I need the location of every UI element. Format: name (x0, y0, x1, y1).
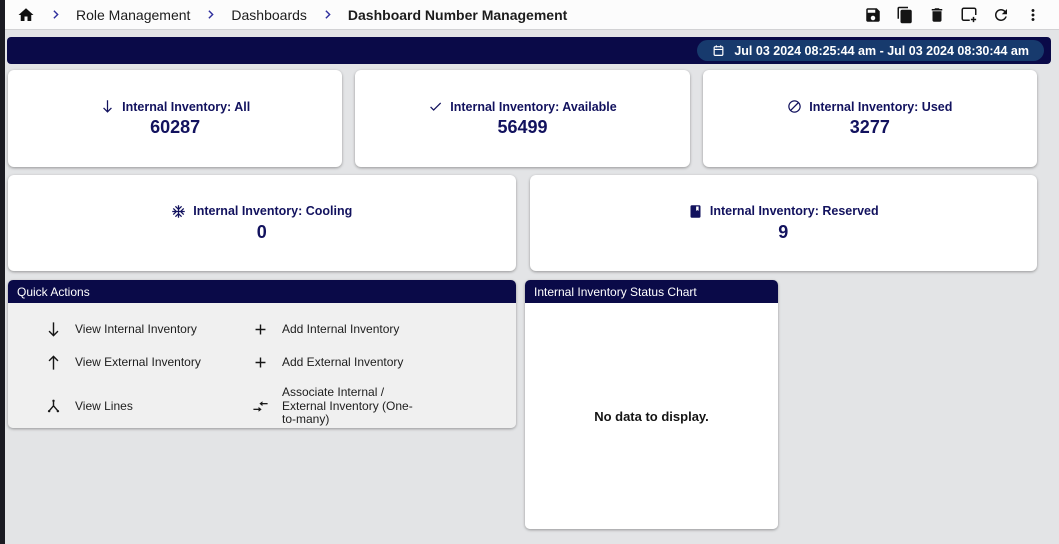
breadcrumb-role-management[interactable]: Role Management (76, 7, 190, 23)
action-label: View Lines (75, 398, 133, 413)
action-view-internal-inventory[interactable]: View Internal Inventory (45, 321, 252, 338)
bottom-panels-row: Quick Actions View Internal Inventory Vi… (8, 280, 1059, 529)
stat-cards-row-2: Internal Inventory: Cooling 0 Internal I… (8, 175, 1037, 271)
stat-card-internal-inventory-used: Internal Inventory: Used 3277 (702, 70, 1037, 167)
stat-card-value: 60287 (150, 117, 201, 137)
book-icon (688, 204, 703, 219)
stat-card-internal-inventory-all: Internal Inventory: All 60287 (8, 70, 343, 167)
window-left-edge (0, 0, 5, 544)
delete-icon[interactable] (928, 6, 946, 24)
date-range-label: Jul 03 2024 08:25:44 am - Jul 03 2024 08… (734, 43, 1029, 58)
plus-icon (252, 354, 269, 371)
action-label: View Internal Inventory (75, 322, 197, 337)
stat-card-value: 56499 (497, 117, 548, 137)
chevron-right-icon (49, 8, 62, 21)
chart-panel-header: Internal Inventory Status Chart (525, 280, 778, 303)
arrow-down-icon (45, 321, 62, 338)
action-label: View External Inventory (75, 354, 201, 369)
arrow-down-icon (100, 99, 115, 114)
quick-actions-header: Quick Actions (8, 280, 516, 303)
split-icon (45, 398, 62, 415)
more-vert-icon[interactable] (1024, 6, 1042, 24)
plus-icon (252, 321, 269, 338)
action-associate-internal-external-inventory[interactable]: Associate Internal / External Inventory … (252, 386, 506, 426)
dashboard-filter-bar: Jul 03 2024 08:25:44 am - Jul 03 2024 08… (7, 37, 1051, 64)
quick-actions-body: View Internal Inventory View External In… (8, 303, 516, 428)
action-view-external-inventory[interactable]: View External Inventory (45, 354, 252, 371)
action-add-internal-inventory[interactable]: Add Internal Inventory (252, 321, 506, 338)
dashboard-toolbar (864, 6, 1042, 24)
home-icon[interactable] (17, 6, 35, 24)
stat-card-value: 3277 (849, 117, 890, 137)
action-view-lines[interactable]: View Lines (45, 398, 252, 415)
refresh-icon[interactable] (992, 6, 1010, 24)
stat-card-internal-inventory-available: Internal Inventory: Available 56499 (355, 70, 690, 167)
action-label: Add Internal Inventory (282, 322, 400, 337)
stat-card-value: 9 (778, 221, 789, 242)
save-icon[interactable] (864, 6, 882, 24)
stat-card-internal-inventory-cooling: Internal Inventory: Cooling 0 (8, 175, 516, 271)
stat-card-title: Internal Inventory: Cooling (193, 204, 353, 218)
quick-actions-panel: Quick Actions View Internal Inventory Vi… (8, 280, 516, 428)
inventory-status-chart-panel: Internal Inventory Status Chart No data … (525, 280, 778, 529)
block-icon (787, 99, 802, 114)
stat-card-title: Internal Inventory: Reserved (709, 204, 879, 218)
stat-card-value: 0 (256, 221, 267, 242)
breadcrumb-current-page: Dashboard Number Management (347, 6, 568, 23)
breadcrumb-dashboards[interactable]: Dashboards (231, 7, 307, 23)
merge-arrows-icon (252, 398, 269, 415)
chevron-right-icon (204, 8, 217, 21)
check-icon (428, 99, 443, 114)
action-add-external-inventory[interactable]: Add External Inventory (252, 354, 506, 371)
top-navigation-bar: Role Management Dashboards Dashboard Num… (5, 0, 1059, 30)
chart-empty-message: No data to display. (594, 408, 709, 424)
stat-card-title: Internal Inventory: Available (450, 99, 617, 114)
calendar-icon (712, 44, 725, 57)
stat-card-title: Internal Inventory: All (122, 99, 251, 114)
chevron-right-icon (321, 8, 334, 21)
new-window-add-icon[interactable] (960, 6, 978, 24)
stat-card-internal-inventory-reserved: Internal Inventory: Reserved 9 (529, 175, 1037, 271)
action-label: Associate Internal / External Inventory … (282, 385, 413, 427)
stat-cards-row-1: Internal Inventory: All 60287 Internal I… (8, 70, 1037, 167)
action-label: Add External Inventory (282, 354, 404, 369)
stat-card-title: Internal Inventory: Used (809, 99, 953, 114)
date-range-picker[interactable]: Jul 03 2024 08:25:44 am - Jul 03 2024 08… (697, 40, 1044, 61)
copy-icon[interactable] (896, 6, 914, 24)
arrow-up-icon (45, 354, 62, 371)
chart-body: No data to display. (525, 303, 778, 529)
snowflake-icon (171, 204, 186, 219)
